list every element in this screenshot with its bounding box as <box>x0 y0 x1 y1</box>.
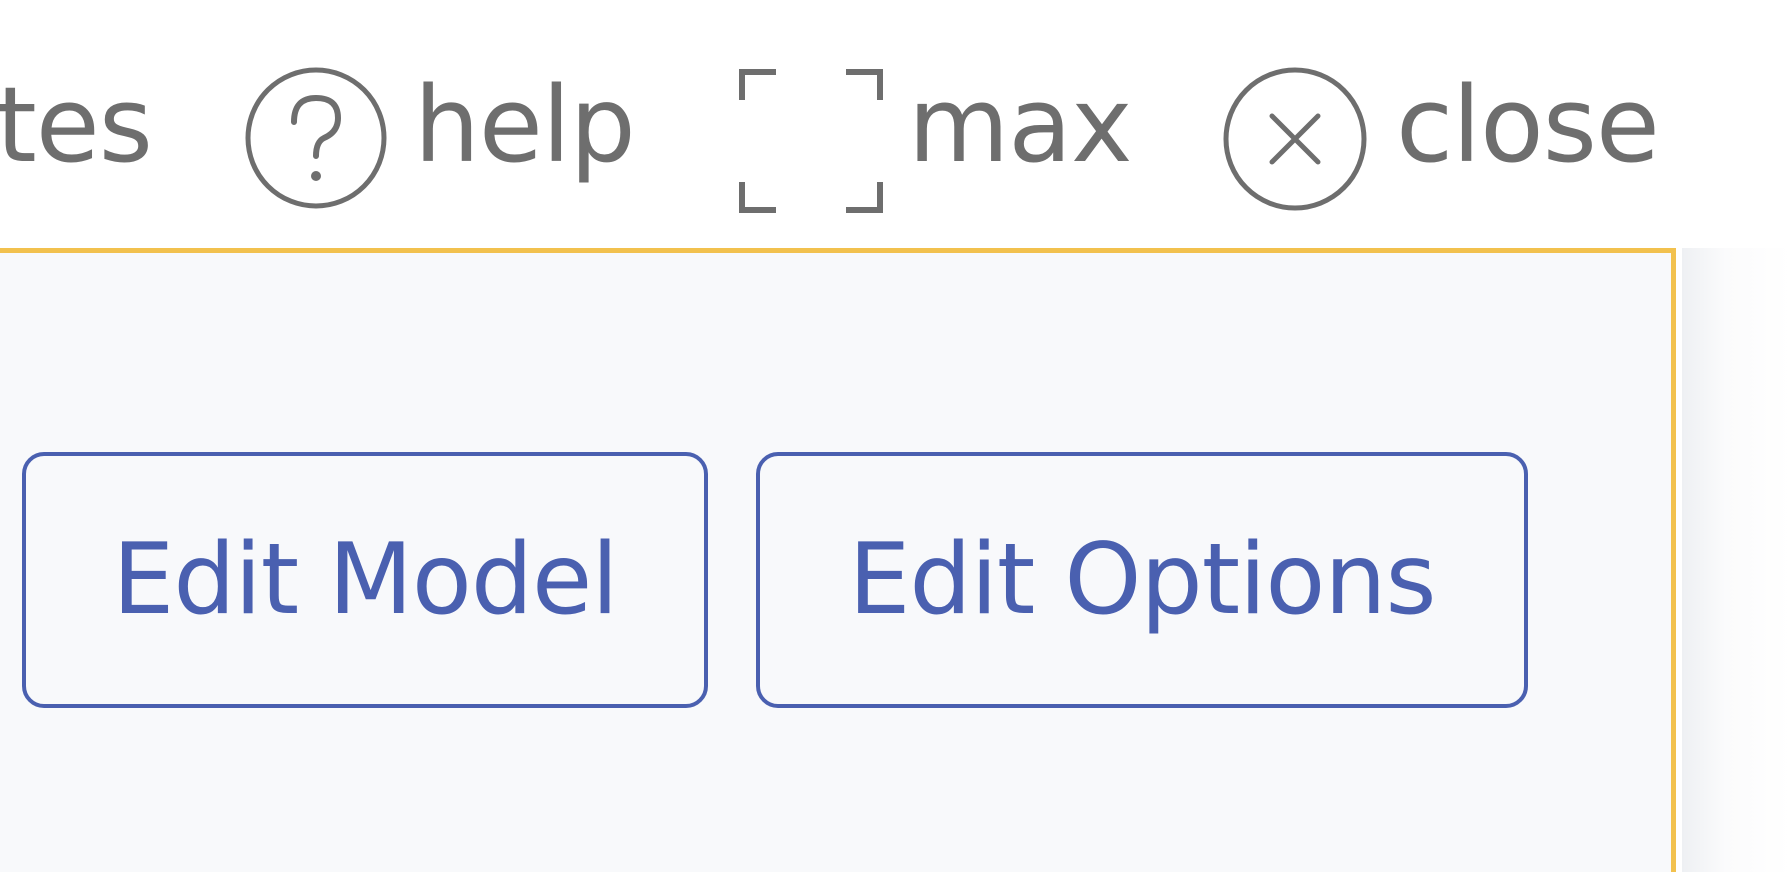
help-icon[interactable] <box>244 66 388 210</box>
edit-model-button[interactable]: Edit Model <box>22 452 708 708</box>
close-link[interactable]: close <box>1396 40 1660 210</box>
maximize-link[interactable]: max <box>908 40 1133 210</box>
edit-options-button[interactable]: Edit Options <box>756 452 1528 708</box>
help-link[interactable]: help <box>414 40 636 210</box>
panel-edge-shadow <box>1682 248 1791 872</box>
app-window: tes help max close Edit Model Edit Optio… <box>0 0 1791 872</box>
maximize-icon[interactable] <box>736 66 886 216</box>
notes-link[interactable]: tes <box>0 40 153 210</box>
panel-toolbar: tes help max close <box>0 40 1700 213</box>
close-icon[interactable] <box>1222 66 1368 212</box>
